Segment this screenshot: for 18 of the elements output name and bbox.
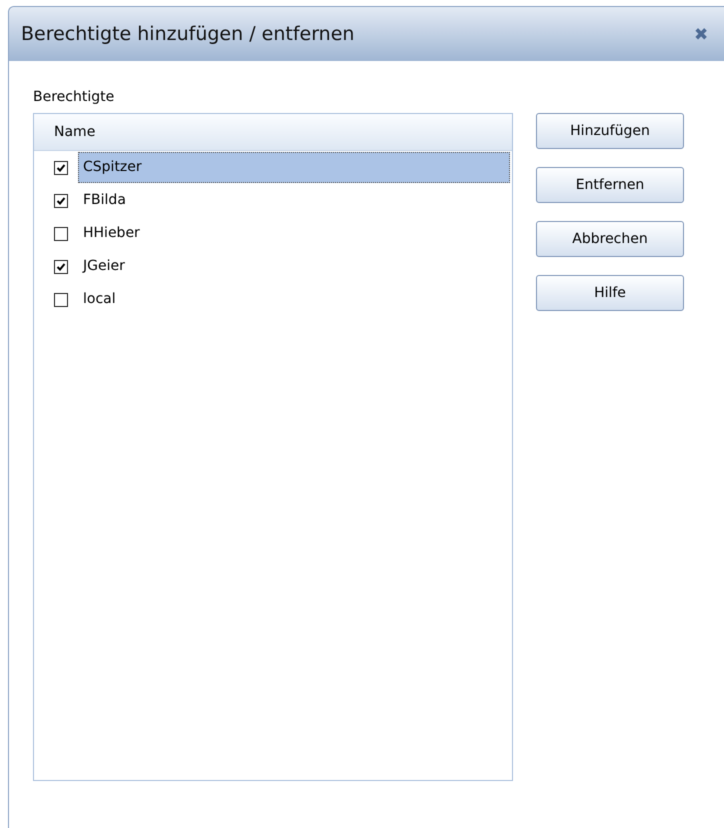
list-item[interactable]: FBilda <box>78 185 510 216</box>
dialog-button[interactable]: Abbrechen <box>536 221 684 257</box>
dialog-button[interactable]: Entfernen <box>536 167 684 203</box>
dialog-button[interactable]: Hinzufügen <box>536 113 684 149</box>
checkbox[interactable] <box>54 260 68 274</box>
close-button[interactable]: ✖ <box>690 24 712 44</box>
checkbox[interactable] <box>54 194 68 208</box>
list-item[interactable]: JGeier <box>78 251 510 282</box>
checkbox[interactable] <box>54 226 68 240</box>
checkbox[interactable] <box>54 292 68 306</box>
checkbox[interactable] <box>54 160 68 174</box>
list-item[interactable]: CSpitzer <box>78 152 510 183</box>
list-item[interactable]: HHieber <box>78 218 510 249</box>
dialog-button[interactable]: Hilfe <box>536 275 684 311</box>
column-header[interactable]: Name <box>34 114 512 150</box>
window-title: Berechtigte hinzufügen / entfernen <box>21 23 354 45</box>
list-item[interactable]: local <box>78 284 510 315</box>
group-label: Berechtigte <box>33 89 114 105</box>
